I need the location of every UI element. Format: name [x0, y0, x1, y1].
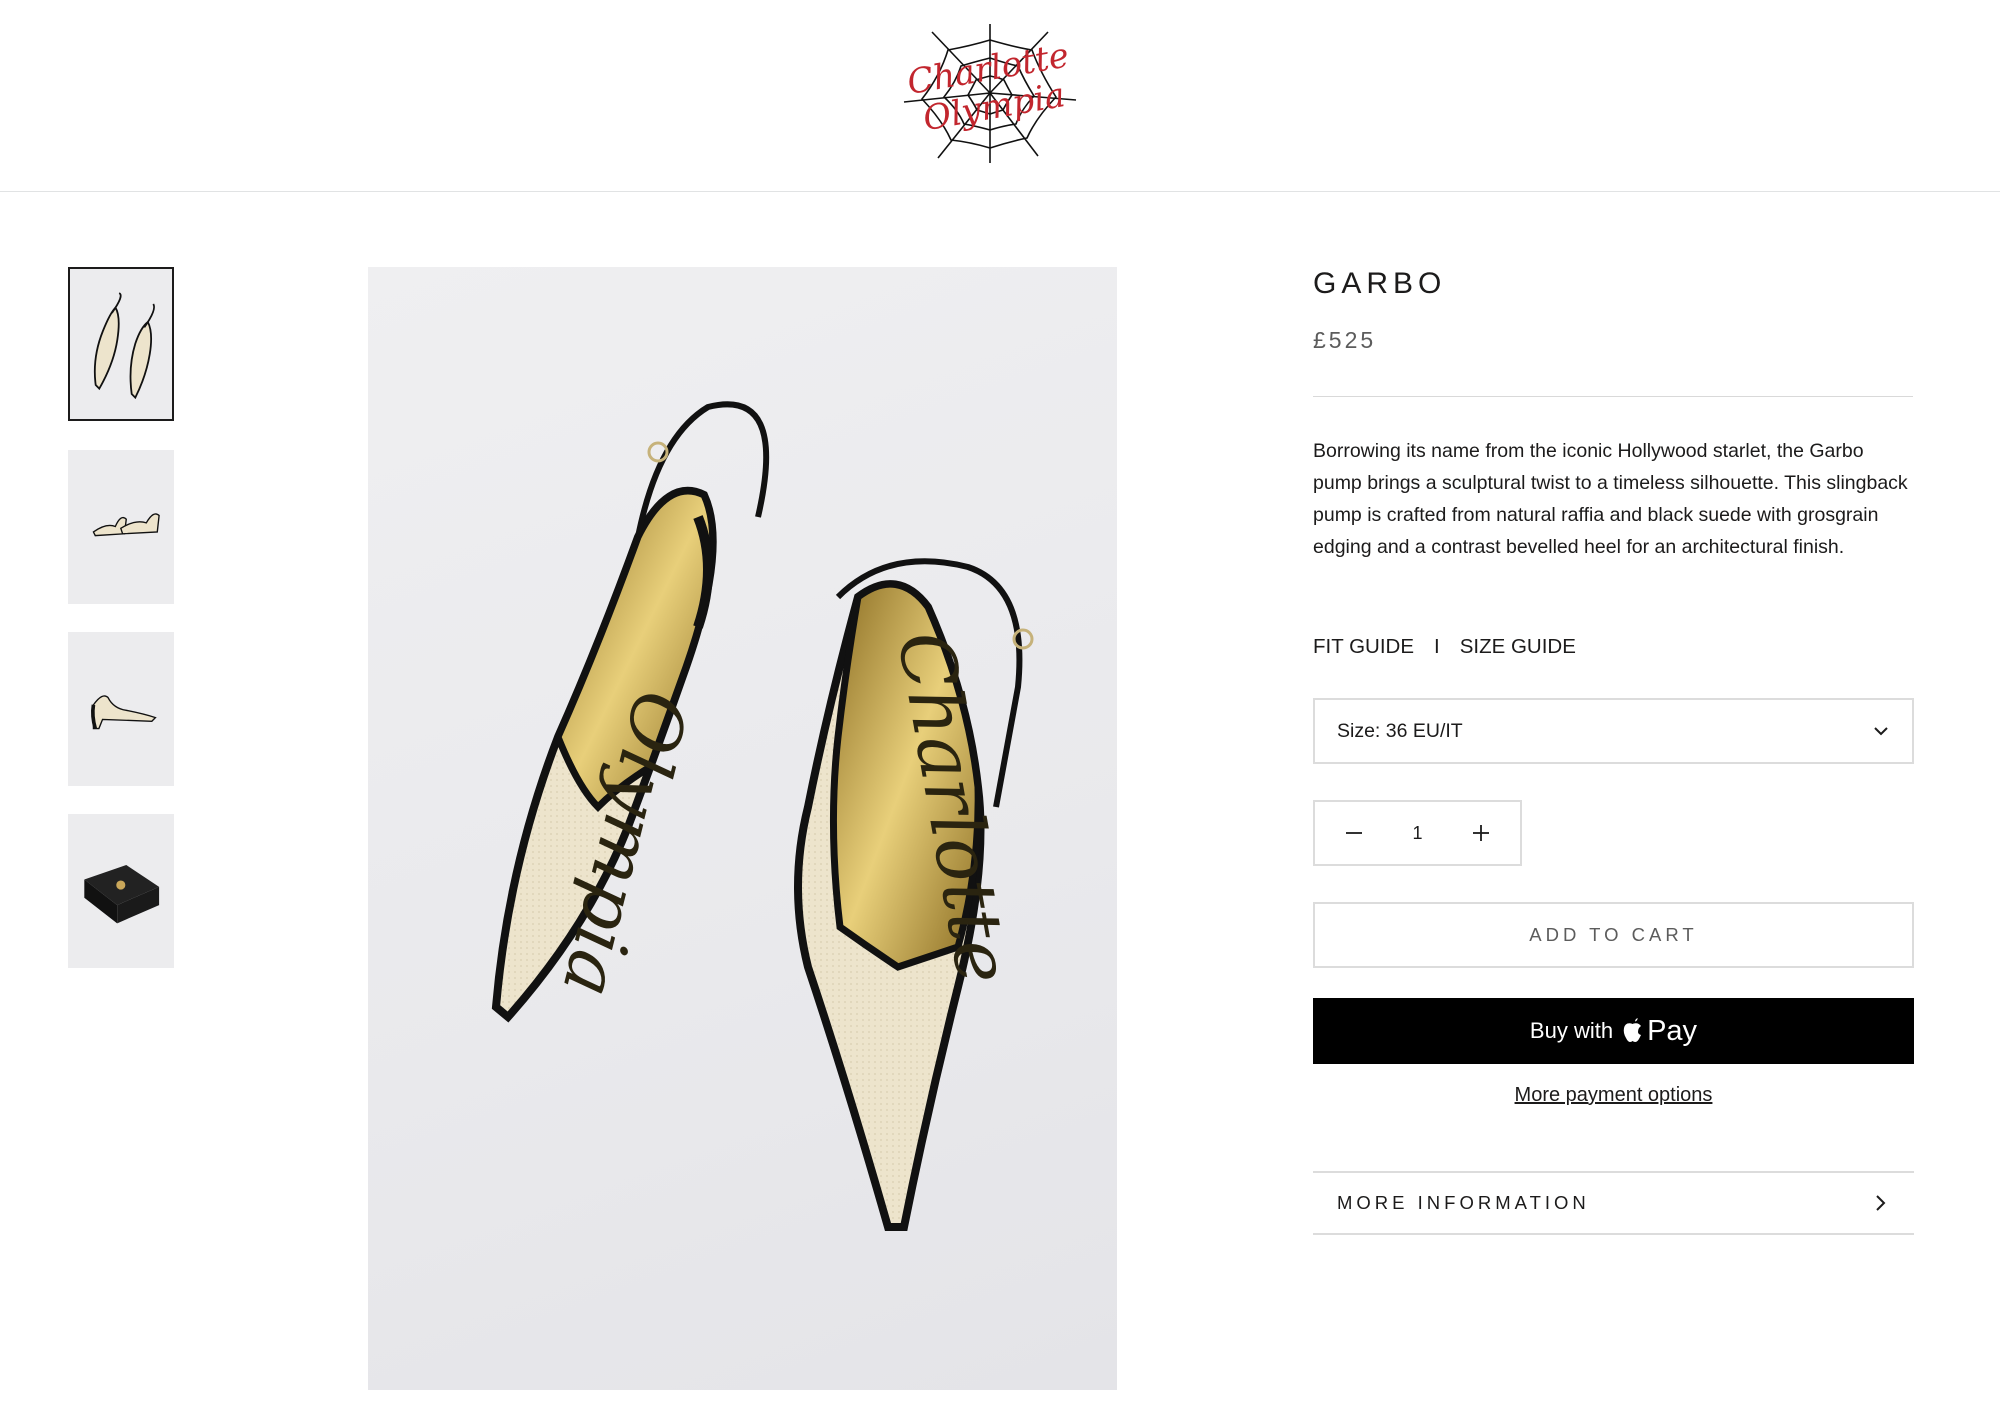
apple-icon	[1623, 1018, 1642, 1042]
size-guide-link[interactable]: SIZE GUIDE	[1460, 635, 1576, 659]
quantity-value[interactable]: 1	[1393, 823, 1442, 844]
divider	[1313, 396, 1913, 397]
size-select-value: Size: 36 EU/IT	[1337, 719, 1463, 742]
quantity-decrease-button[interactable]	[1315, 802, 1393, 864]
pay-brand-label: Pay	[1647, 1014, 1698, 1047]
site-header: Charlotte Olympia	[0, 0, 2000, 192]
thumbnail-single-side[interactable]	[68, 632, 174, 786]
more-information-toggle[interactable]: MORE INFORMATION	[1313, 1171, 1914, 1235]
shoe-side-thumbnail-icon	[92, 512, 161, 536]
add-to-cart-button[interactable]: ADD TO CART	[1313, 902, 1914, 968]
minus-icon	[1346, 832, 1362, 834]
size-select[interactable]: Size: 36 EU/IT	[1313, 698, 1914, 764]
pay-brand: Pay	[1621, 1015, 1697, 1048]
buy-with-label: Buy with	[1529, 1018, 1614, 1043]
quantity-selector: 1	[1313, 800, 1522, 866]
brand-logo[interactable]: Charlotte Olympia	[898, 20, 1082, 166]
thumbnail-pair-side[interactable]	[68, 450, 174, 604]
shoe-pair-thumbnail-icon	[93, 291, 156, 399]
shoe-single-thumbnail-icon	[91, 694, 157, 729]
chevron-down-icon	[1874, 727, 1888, 736]
plus-icon	[1473, 825, 1489, 841]
more-information-label: MORE INFORMATION	[1337, 1192, 1590, 1213]
main-product-image[interactable]: Olympia Charlotte	[368, 267, 1117, 1390]
thumbnail-gift-box[interactable]	[68, 814, 174, 968]
guide-links: FIT GUIDE I SIZE GUIDE	[1313, 635, 1576, 659]
quantity-increase-button[interactable]	[1442, 802, 1520, 864]
product-title: GARBO	[1313, 267, 1447, 300]
guide-separator: I	[1434, 635, 1440, 658]
buy-with-pay-button[interactable]: Buy with Pay	[1313, 998, 1914, 1064]
spiderweb-logo-icon: Charlotte Olympia	[903, 24, 1077, 163]
product-price: £525	[1313, 327, 1377, 353]
thumbnail-pair-top[interactable]	[68, 267, 174, 421]
gift-box-thumbnail-icon	[84, 864, 160, 923]
more-payment-options-link[interactable]: More payment options	[1313, 1084, 1914, 1107]
product-description: Borrowing its name from the iconic Holly…	[1313, 440, 1908, 558]
fit-guide-link[interactable]: FIT GUIDE	[1313, 635, 1414, 659]
chevron-right-icon	[1876, 1195, 1886, 1211]
garbo-slingback-pair-image: Olympia Charlotte	[491, 401, 1034, 1231]
